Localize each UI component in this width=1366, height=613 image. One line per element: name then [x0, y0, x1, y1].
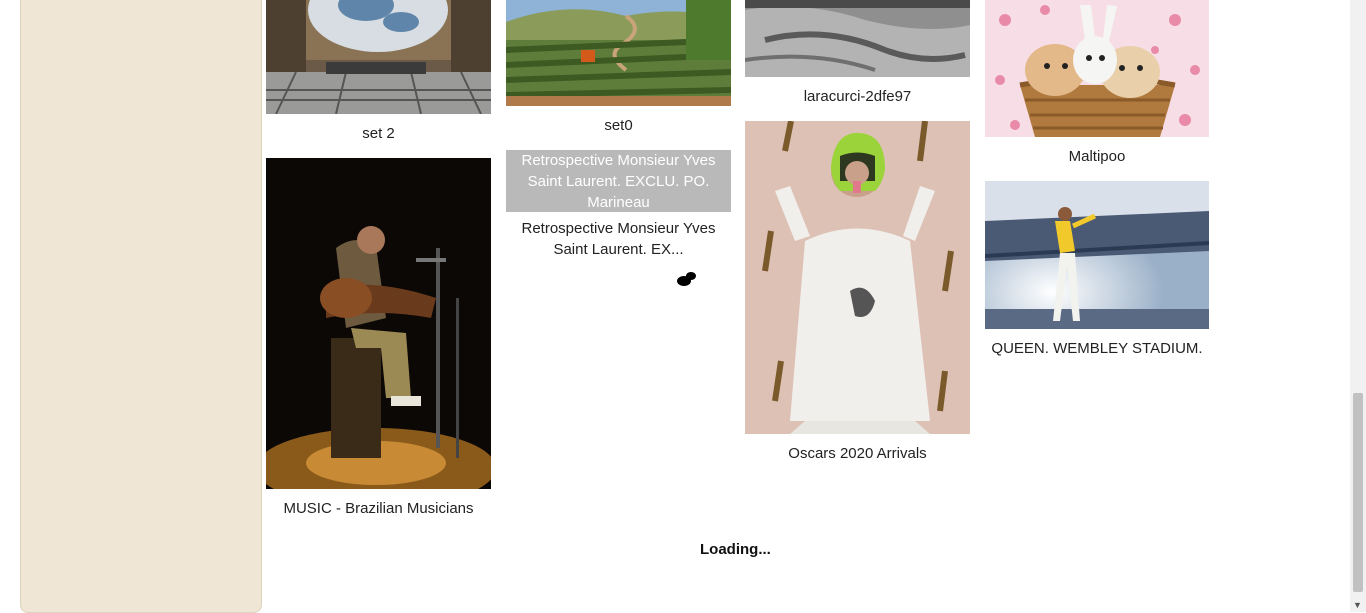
broken-image-alt-text[interactable]: Retrospective Monsieur Yves Saint Lauren… — [506, 150, 731, 212]
gallery-image[interactable] — [985, 0, 1209, 137]
gallery-caption[interactable]: Retrospective Monsieur Yves Saint Lauren… — [506, 218, 731, 260]
scrollbar-thumb[interactable] — [1353, 393, 1363, 592]
gallery-caption[interactable]: set 2 — [266, 123, 491, 144]
gallery-image[interactable] — [745, 121, 970, 434]
sidebar-panel — [20, 0, 262, 613]
gallery-caption[interactable]: Maltipoo — [985, 146, 1209, 167]
page-scrollbar[interactable]: ▼ — [1350, 0, 1366, 612]
gallery-caption[interactable]: MUSIC - Brazilian Musicians — [266, 498, 491, 519]
gallery-caption[interactable]: QUEEN. WEMBLEY STADIUM. — [985, 338, 1209, 359]
busy-cursor-icon — [676, 270, 698, 293]
gallery-caption[interactable]: set0 — [506, 115, 731, 136]
scroll-down-arrow-icon[interactable]: ▼ — [1353, 600, 1362, 610]
gallery-caption[interactable]: Oscars 2020 Arrivals — [745, 443, 970, 464]
gallery-caption[interactable]: laracurci-2dfe97 — [745, 86, 970, 107]
gallery-image[interactable] — [266, 158, 491, 489]
gallery-image[interactable] — [266, 0, 491, 114]
gallery-image[interactable] — [985, 181, 1209, 329]
gallery-image[interactable] — [745, 0, 970, 77]
loading-indicator: Loading... — [700, 541, 771, 558]
gallery-image[interactable] — [506, 0, 731, 106]
